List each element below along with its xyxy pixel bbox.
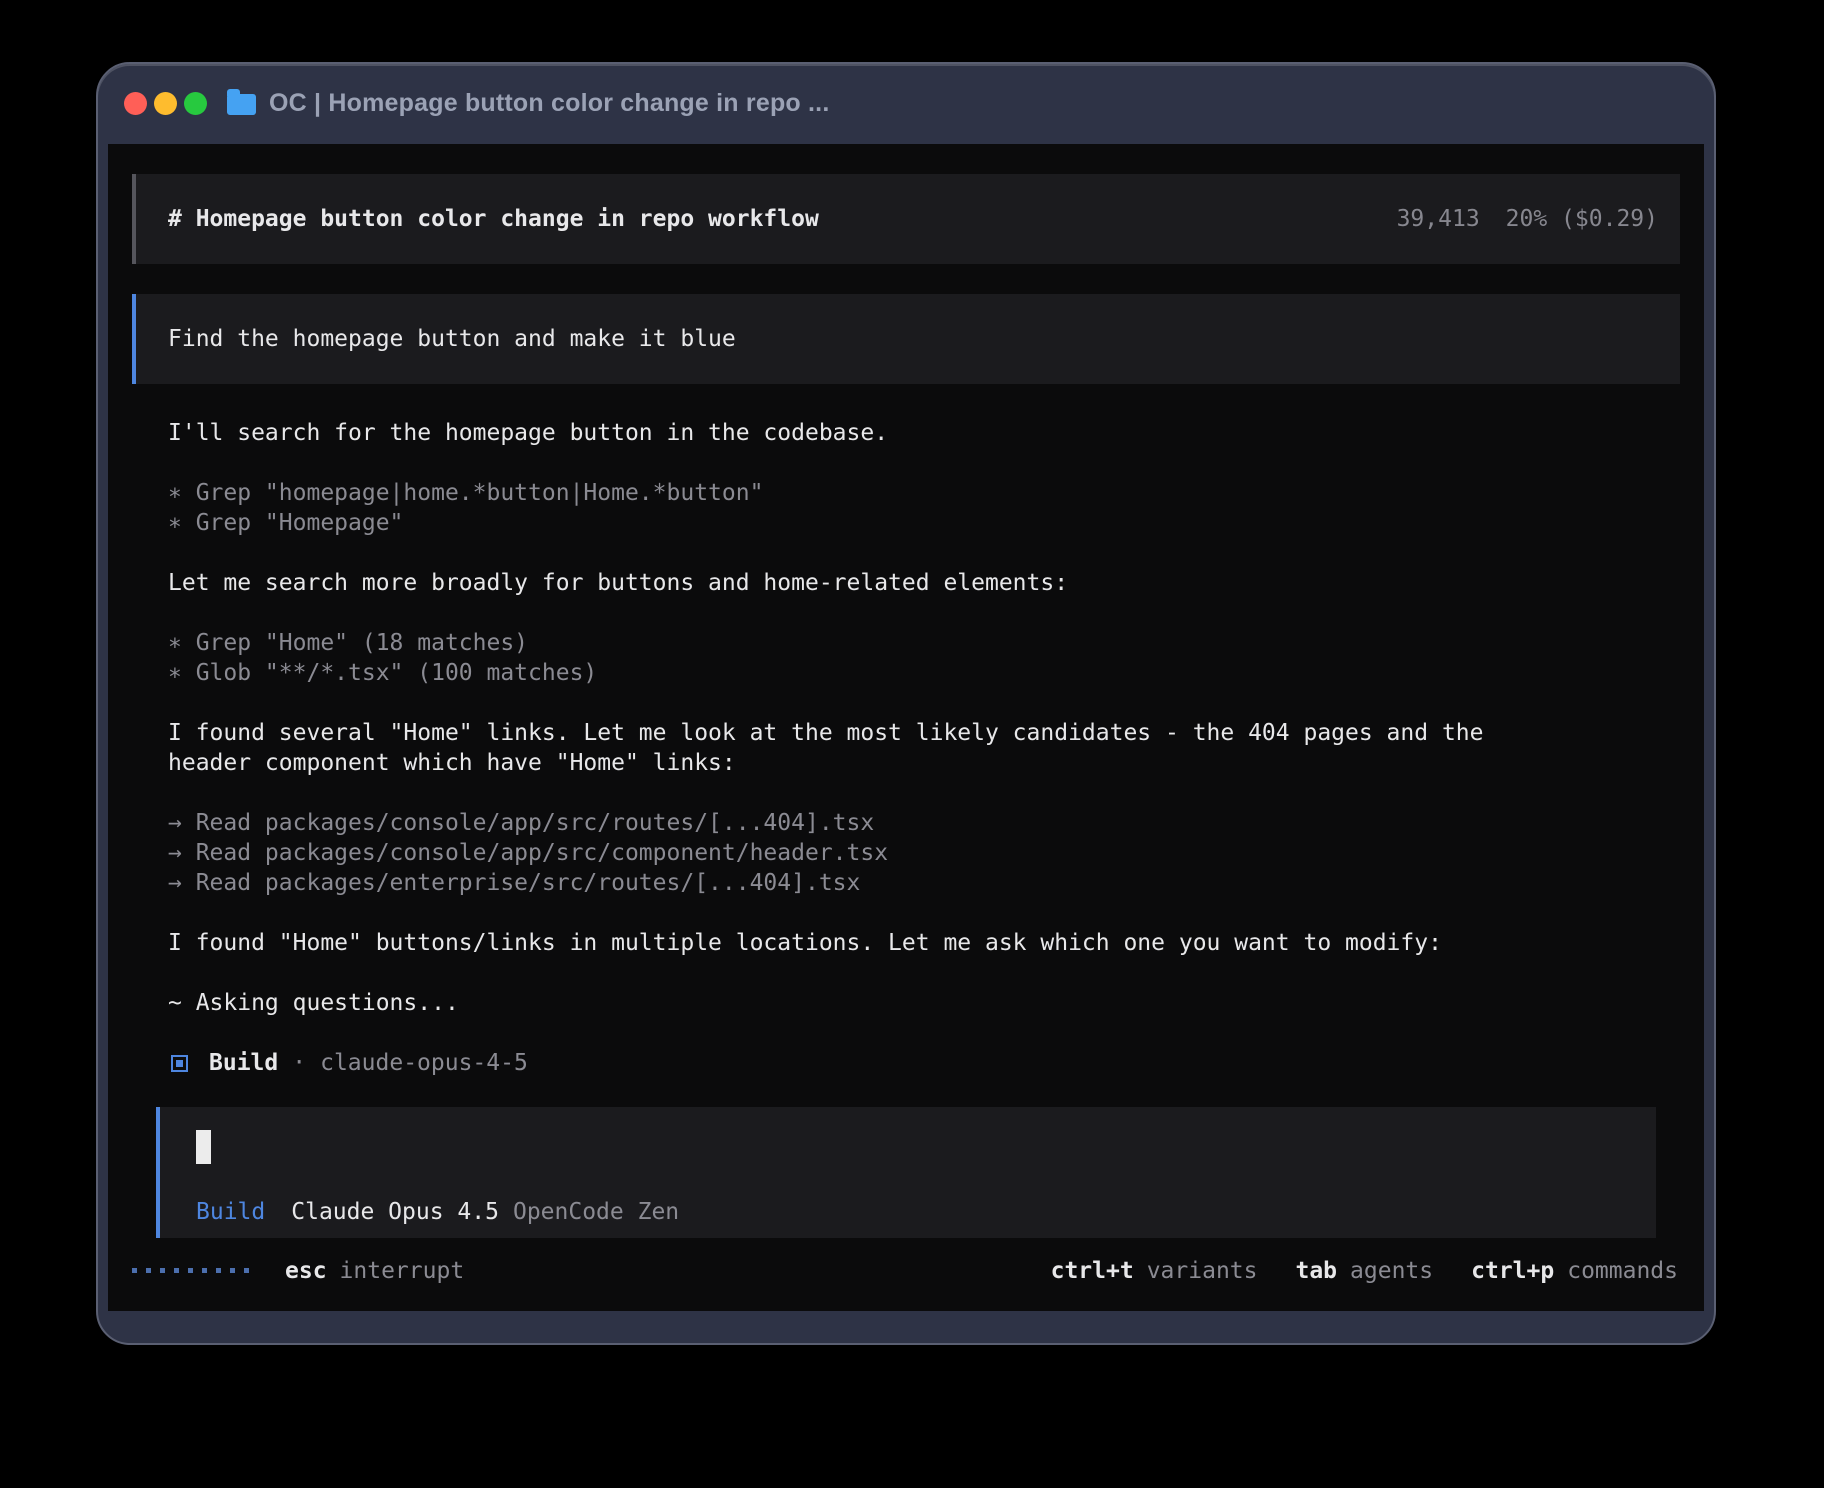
- minimize-button[interactable]: [154, 92, 177, 115]
- session-header: # Homepage button color change in repo w…: [132, 174, 1680, 264]
- user-message: Find the homepage button and make it blu…: [132, 294, 1680, 384]
- prompt-input[interactable]: Build Claude Opus 4.5 OpenCode Zen: [156, 1107, 1656, 1238]
- user-message-text: Find the homepage button and make it blu…: [168, 324, 736, 354]
- esc-key-hint: esc: [285, 1256, 327, 1286]
- separator-dot: ·: [292, 1048, 306, 1078]
- status-bar: esc interrupt ctrl+t variants tab agents…: [108, 1238, 1704, 1311]
- assistant-text: Let me search more broadly for buttons a…: [168, 568, 1680, 598]
- tool-call-glob: ∗ Glob "**/*.tsx" (100 matches): [168, 658, 1680, 688]
- assistant-text: I'll search for the homepage button in t…: [168, 418, 1680, 448]
- close-button[interactable]: [124, 92, 147, 115]
- terminal-content: # Homepage button color change in repo w…: [108, 144, 1704, 1311]
- model-row: Build Claude Opus 4.5 OpenCode Zen: [196, 1197, 1624, 1227]
- tool-call-grep: ∗ Grep "Homepage": [168, 508, 1680, 538]
- folder-icon: [227, 94, 256, 115]
- terminal-window: OC | Homepage button color change in rep…: [96, 62, 1716, 1345]
- window-title: OC | Homepage button color change in rep…: [269, 89, 829, 118]
- zoom-button[interactable]: [184, 92, 207, 115]
- session-stats: 39,413 20% ($0.29): [1397, 204, 1658, 234]
- hint-variants: ctrl+t variants: [1051, 1256, 1258, 1286]
- assistant-text: I found several "Home" links. Let me loo…: [168, 718, 1680, 748]
- traffic-lights: [124, 92, 207, 115]
- tool-call-read: → Read packages/console/app/src/componen…: [168, 838, 1680, 868]
- agent-name: Build: [209, 1048, 278, 1078]
- agent-status-icon: [171, 1055, 188, 1072]
- chat-area: # Homepage button color change in repo w…: [108, 144, 1704, 1238]
- esc-key-label: interrupt: [340, 1256, 465, 1286]
- model-name[interactable]: Claude Opus 4.5: [291, 1197, 499, 1227]
- tool-call-read: → Read packages/enterprise/src/routes/[.…: [168, 868, 1680, 898]
- token-count: 39,413: [1397, 204, 1480, 234]
- hint-agents: tab agents: [1295, 1256, 1433, 1286]
- tool-call-grep: ∗ Grep "homepage|home.*button|Home.*butt…: [168, 478, 1680, 508]
- text-cursor: [196, 1130, 211, 1164]
- tool-call-grep: ∗ Grep "Home" (18 matches): [168, 628, 1680, 658]
- provider-name: OpenCode Zen: [513, 1197, 679, 1227]
- context-cost: 20% ($0.29): [1506, 204, 1658, 234]
- tool-call-read: → Read packages/console/app/src/routes/[…: [168, 808, 1680, 838]
- hint-commands: ctrl+p commands: [1471, 1256, 1678, 1286]
- progress-dots: [132, 1268, 249, 1273]
- agent-model: claude-opus-4-5: [320, 1048, 528, 1078]
- agent-attribution: Build · claude-opus-4-5: [168, 1048, 1680, 1078]
- session-title: # Homepage button color change in repo w…: [168, 204, 819, 234]
- window-titlebar[interactable]: OC | Homepage button color change in rep…: [98, 64, 1714, 142]
- mode-label[interactable]: Build: [196, 1197, 265, 1227]
- assistant-response: I'll search for the homepage button in t…: [132, 384, 1680, 1078]
- assistant-text: I found "Home" buttons/links in multiple…: [168, 928, 1680, 958]
- working-status: ~ Asking questions...: [168, 988, 1680, 1018]
- assistant-text: header component which have "Home" links…: [168, 748, 1680, 778]
